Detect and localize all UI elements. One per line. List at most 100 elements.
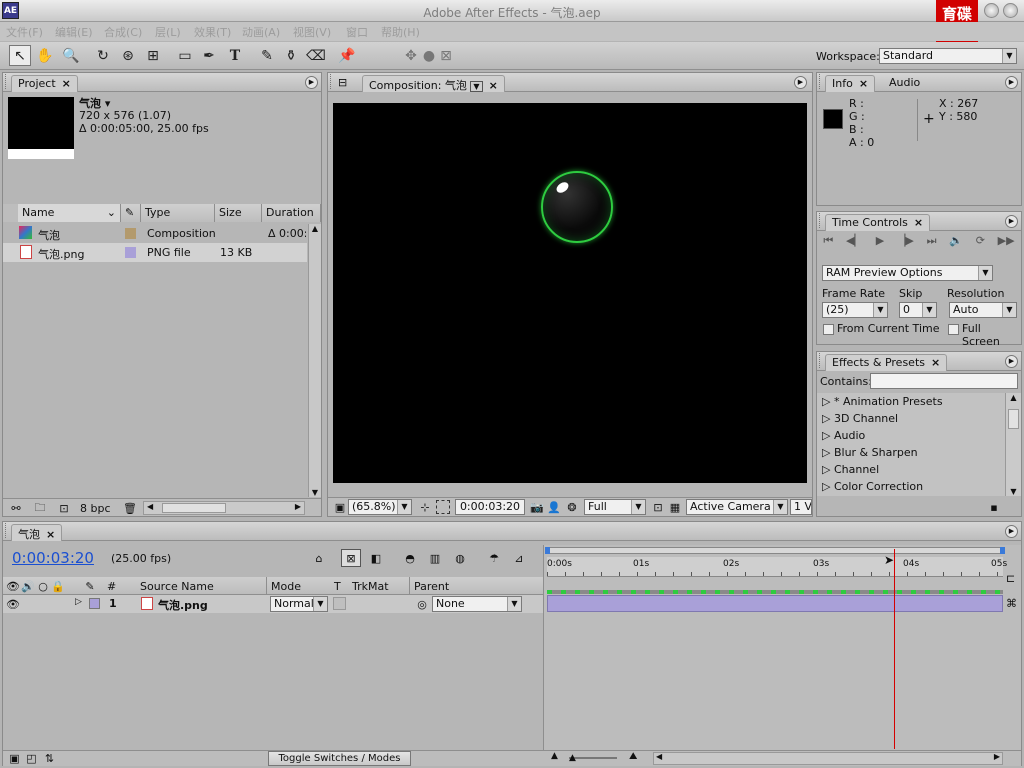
tab-time-controls[interactable]: Time Controls × <box>825 214 931 231</box>
project-scrollbar[interactable]: ▲ ▼ <box>308 224 321 497</box>
in-out-icon[interactable]: ⇅ <box>43 752 56 765</box>
column-size[interactable]: Size <box>215 204 262 222</box>
first-frame-icon[interactable]: ⏮ <box>823 234 833 252</box>
eraser-tool-icon[interactable]: ⌫ <box>305 45 327 66</box>
close-icon[interactable]: × <box>914 216 923 229</box>
eye-icon[interactable]: 👁 <box>6 579 20 593</box>
column-t[interactable]: T <box>334 580 341 593</box>
project-item[interactable]: 气泡 Composition Δ 0:00:0 <box>3 224 307 243</box>
interpret-footage-icon[interactable]: ⚯ <box>9 501 23 515</box>
close-icon[interactable]: × <box>46 528 55 541</box>
layer-mode-dropdown[interactable]: Normal ▼ <box>270 596 328 612</box>
time-zoom-slider[interactable]: ▲ <box>569 753 617 763</box>
effects-category[interactable]: ▷ 3D Channel <box>822 412 898 425</box>
from-current-time-checkbox[interactable] <box>823 324 834 335</box>
menu-window[interactable]: 窗口 <box>346 24 368 40</box>
graph-editor-icon[interactable]: ⊿ <box>509 549 529 567</box>
region-of-interest-icon[interactable]: ⊡ <box>651 500 665 514</box>
next-frame-icon[interactable]: ▕▶ <box>897 234 914 252</box>
layer-visibility-icon[interactable]: 👁 <box>6 597 20 611</box>
new-folder-icon[interactable]: 🗀 <box>33 501 47 515</box>
draft-3d-icon[interactable]: ◧ <box>366 549 386 567</box>
timeline-hscroll[interactable]: ◀ ▶ <box>653 752 1003 765</box>
snapshot-icon[interactable]: 📷 <box>530 500 544 514</box>
maximize-button[interactable] <box>1003 3 1018 18</box>
panel-menu-icon[interactable]: ▶ <box>794 76 807 89</box>
rectangle-mask-icon[interactable]: ▭ <box>174 45 196 66</box>
menu-composition[interactable]: 合成(C) <box>104 24 142 40</box>
menu-view[interactable]: 视图(V) <box>293 24 331 40</box>
panel-grip[interactable] <box>819 353 823 368</box>
motion-blur-icon[interactable]: ◍ <box>450 549 470 567</box>
zoom-tool-icon[interactable]: 🔍 <box>60 45 82 66</box>
close-icon[interactable]: × <box>62 77 71 90</box>
show-snapshot-icon[interactable]: 👤 <box>547 500 561 514</box>
effects-scrollbar[interactable]: ▲ ▼ <box>1005 393 1021 496</box>
solo-icon[interactable]: ○ <box>36 579 50 593</box>
transparency-grid-icon[interactable]: ▦ <box>668 500 682 514</box>
new-comp-icon[interactable]: ⊡ <box>57 501 71 515</box>
workspace-dropdown[interactable]: Standard ▼ <box>879 48 1017 64</box>
zoom-dropdown[interactable]: (65.8%) ▼ <box>348 499 412 515</box>
new-preset-icon[interactable]: ▪ <box>987 500 1001 514</box>
time-graph[interactable]: 0:00s 01s 02s 03s 04s 05s ➤ ⊏ ⌘ <box>543 545 1021 750</box>
expand-triangle-icon[interactable]: ▷ <box>75 597 82 607</box>
tab-audio[interactable]: Audio <box>889 76 920 89</box>
pan-behind-icon[interactable]: ⊞ <box>142 45 164 66</box>
play-icon[interactable]: ▶ <box>876 234 884 252</box>
tab-timeline[interactable]: 气泡 × <box>11 524 63 541</box>
label-swatch[interactable] <box>125 228 136 239</box>
pick-whip-icon[interactable]: ◎ <box>415 597 429 611</box>
ram-preview-icon[interactable]: ▶▶ <box>998 234 1015 252</box>
menu-help[interactable]: 帮助(H) <box>381 24 420 40</box>
previous-frame-icon[interactable]: ◀▏ <box>846 234 863 252</box>
effects-category[interactable]: ▷ * Animation Presets <box>822 395 943 408</box>
hand-tool-icon[interactable]: ✋ <box>34 45 56 66</box>
label-column-icon[interactable]: ✎ <box>121 204 141 222</box>
brush-tool-icon[interactable]: ✎ <box>256 45 278 66</box>
close-icon[interactable]: × <box>859 77 868 90</box>
last-frame-icon[interactable]: ⏭ <box>927 234 937 252</box>
layer-name[interactable]: 气泡.png <box>158 597 208 613</box>
comp-marker-bin-icon[interactable]: ⊏ <box>1006 572 1020 586</box>
panel-menu-icon[interactable]: ▶ <box>305 76 318 89</box>
full-screen-checkbox[interactable] <box>948 324 959 335</box>
timeline-current-time[interactable]: 0:00:03:20 <box>12 549 94 567</box>
type-tool-icon[interactable]: T <box>224 45 246 66</box>
column-source-name[interactable]: Source Name <box>140 580 214 593</box>
effects-search-input[interactable] <box>870 373 1018 389</box>
resolution-dropdown[interactable]: Full ▼ <box>584 499 646 515</box>
time-navigator[interactable] <box>545 547 1005 554</box>
clone-stamp-icon[interactable]: ⚱ <box>280 45 302 66</box>
layer-label-swatch[interactable] <box>89 598 100 609</box>
orbit-camera-icon[interactable]: ⊛ <box>117 45 139 66</box>
label-icon[interactable]: ✎ <box>83 579 97 593</box>
resolution-dropdown[interactable]: Auto ▼ <box>949 302 1017 318</box>
playhead[interactable] <box>893 549 895 749</box>
parent-dropdown[interactable]: None ▼ <box>432 596 522 612</box>
current-time-field[interactable]: 0:00:03:20 <box>455 499 525 515</box>
tab-project[interactable]: Project × <box>11 75 78 92</box>
effects-category[interactable]: ▷ Color Correction <box>822 480 923 493</box>
toggle-switches-modes-button[interactable]: Toggle Switches / Modes <box>268 751 411 766</box>
ram-preview-dropdown[interactable]: RAM Preview Options ▼ <box>822 265 993 281</box>
live-update-icon[interactable]: ⊠ <box>341 549 361 567</box>
menu-effect[interactable]: 效果(T) <box>194 24 231 40</box>
column-duration[interactable]: Duration <box>262 204 321 222</box>
label-swatch[interactable] <box>125 247 136 258</box>
effects-category[interactable]: ▷ Channel <box>822 463 879 476</box>
lock-icon[interactable]: 🔒 <box>51 579 65 593</box>
panel-menu-icon[interactable]: ▶ <box>1005 215 1018 228</box>
layer-row[interactable]: 👁 ▷ 1 气泡.png Normal ▼ ◎ None ▼ <box>3 595 543 613</box>
menu-edit[interactable]: 编辑(E) <box>55 24 93 40</box>
menu-layer[interactable]: 层(L) <box>155 24 181 40</box>
panel-menu-icon[interactable]: ▶ <box>1005 525 1018 538</box>
menu-file[interactable]: 文件(F) <box>6 24 43 40</box>
zoom-in-icon[interactable]: ⛰ <box>629 751 637 762</box>
column-name[interactable]: Name ⌄ <box>18 204 121 222</box>
close-icon[interactable]: × <box>489 79 498 92</box>
rotate-tool-icon[interactable]: ↻ <box>92 45 114 66</box>
panel-grip[interactable] <box>819 213 823 228</box>
layer-options-icon[interactable]: ⌘ <box>1006 597 1020 611</box>
panel-grip[interactable] <box>5 523 9 538</box>
